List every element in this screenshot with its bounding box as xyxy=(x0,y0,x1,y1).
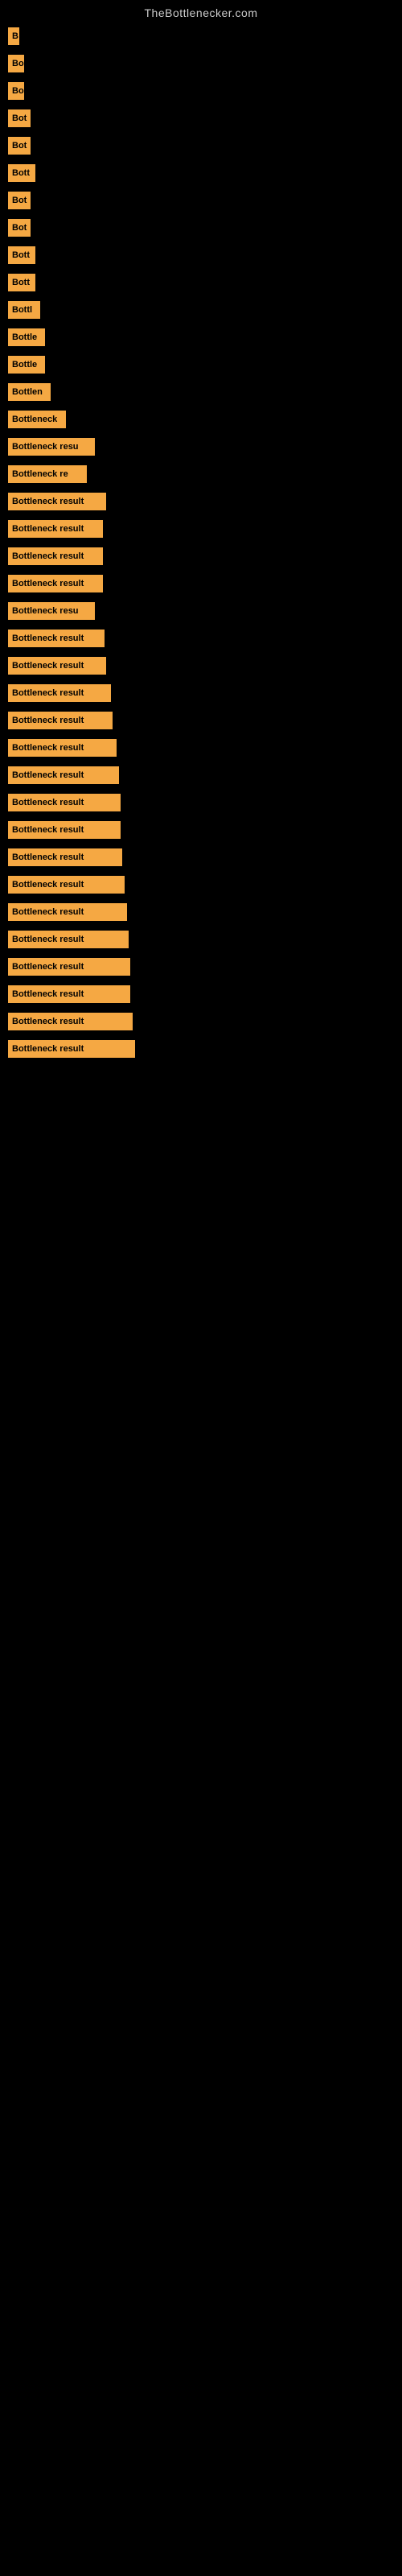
bar-row: Bott xyxy=(0,269,402,296)
bar-label: Bottleneck result xyxy=(8,575,103,592)
bar-label: Bot xyxy=(8,219,31,237)
bar-label: Bottleneck result xyxy=(8,766,119,784)
bar-label: Bottleneck result xyxy=(8,931,129,948)
bar-label: Bottle xyxy=(8,356,45,374)
bar-label: Bottleneck result xyxy=(8,520,103,538)
bar-label: Bottleneck re xyxy=(8,465,87,483)
bar-label: Bottlen xyxy=(8,383,51,401)
site-title: TheBottlenecker.com xyxy=(0,0,402,23)
bar-label: Bottleneck result xyxy=(8,630,105,647)
bar-row: Bottleneck result xyxy=(0,543,402,570)
bar-row: Bottleneck result xyxy=(0,625,402,652)
bar-row: Bottle xyxy=(0,324,402,351)
bar-row: Bottl xyxy=(0,296,402,324)
bar-row: Bottleneck result xyxy=(0,515,402,543)
bar-row: Bottleneck result xyxy=(0,570,402,597)
bar-label: Bo xyxy=(8,55,24,72)
bar-row: Bottleneck result xyxy=(0,953,402,980)
bar-row: Bottleneck result xyxy=(0,816,402,844)
bar-row: Bottleneck result xyxy=(0,707,402,734)
bar-label: Bottleneck result xyxy=(8,712,113,729)
bar-row: Bottle xyxy=(0,351,402,378)
bar-label: Bott xyxy=(8,164,35,182)
bar-row: Bottleneck result xyxy=(0,844,402,871)
bar-label: Bot xyxy=(8,192,31,209)
bar-label: Bottleneck resu xyxy=(8,602,95,620)
bar-row: Bottleneck result xyxy=(0,871,402,898)
bar-label: Bottleneck result xyxy=(8,903,127,921)
bar-label: Bottleneck result xyxy=(8,657,106,675)
bar-label: Bottleneck result xyxy=(8,547,103,565)
bar-label: Bottleneck result xyxy=(8,1040,135,1058)
bar-label: Bottleneck result xyxy=(8,876,125,894)
bar-row: B xyxy=(0,23,402,50)
bar-label: B xyxy=(8,27,19,45)
bar-row: Bott xyxy=(0,159,402,187)
bar-label: Bottleneck result xyxy=(8,794,121,811)
bar-label: Bottleneck result xyxy=(8,985,130,1003)
bar-row: Bo xyxy=(0,50,402,77)
bar-label: Bott xyxy=(8,274,35,291)
bar-label: Bottl xyxy=(8,301,40,319)
bar-row: Bot xyxy=(0,214,402,242)
bar-row: Bottleneck resu xyxy=(0,433,402,460)
bar-label: Bottleneck result xyxy=(8,684,111,702)
bar-row: Bottleneck result xyxy=(0,1008,402,1035)
bar-row: Bott xyxy=(0,242,402,269)
bar-row: Bottleneck result xyxy=(0,898,402,926)
bar-row: Bottleneck result xyxy=(0,652,402,679)
bar-label: Bottleneck xyxy=(8,411,66,428)
bar-label: Bottleneck result xyxy=(8,1013,133,1030)
bar-label: Bot xyxy=(8,109,31,127)
bar-row: Bottleneck result xyxy=(0,980,402,1008)
bars-container: B Bo Bo Bot Bot Bott Bot Bot Bott Bott Bottl Bottle… xyxy=(0,23,402,1063)
bar-row: Bot xyxy=(0,105,402,132)
bar-row: Bot xyxy=(0,187,402,214)
bar-row: Bottleneck result xyxy=(0,789,402,816)
bar-label: Bo xyxy=(8,82,24,100)
bar-label: Bott xyxy=(8,246,35,264)
bar-row: Bottleneck result xyxy=(0,679,402,707)
bar-row: Bottleneck result xyxy=(0,734,402,762)
bar-row: Bottleneck result xyxy=(0,926,402,953)
bar-row: Bo xyxy=(0,77,402,105)
bar-row: Bottleneck resu xyxy=(0,597,402,625)
bar-row: Bottleneck re xyxy=(0,460,402,488)
bar-label: Bottleneck resu xyxy=(8,438,95,456)
bar-row: Bottleneck result xyxy=(0,1035,402,1063)
bar-row: Bot xyxy=(0,132,402,159)
bar-label: Bot xyxy=(8,137,31,155)
bar-label: Bottleneck result xyxy=(8,493,106,510)
bar-row: Bottleneck result xyxy=(0,762,402,789)
bar-row: Bottlen xyxy=(0,378,402,406)
bar-row: Bottleneck result xyxy=(0,488,402,515)
bar-label: Bottleneck result xyxy=(8,958,130,976)
bar-label: Bottleneck result xyxy=(8,739,117,757)
bar-label: Bottle xyxy=(8,328,45,346)
bar-label: Bottleneck result xyxy=(8,821,121,839)
bar-row: Bottleneck xyxy=(0,406,402,433)
bar-label: Bottleneck result xyxy=(8,848,122,866)
